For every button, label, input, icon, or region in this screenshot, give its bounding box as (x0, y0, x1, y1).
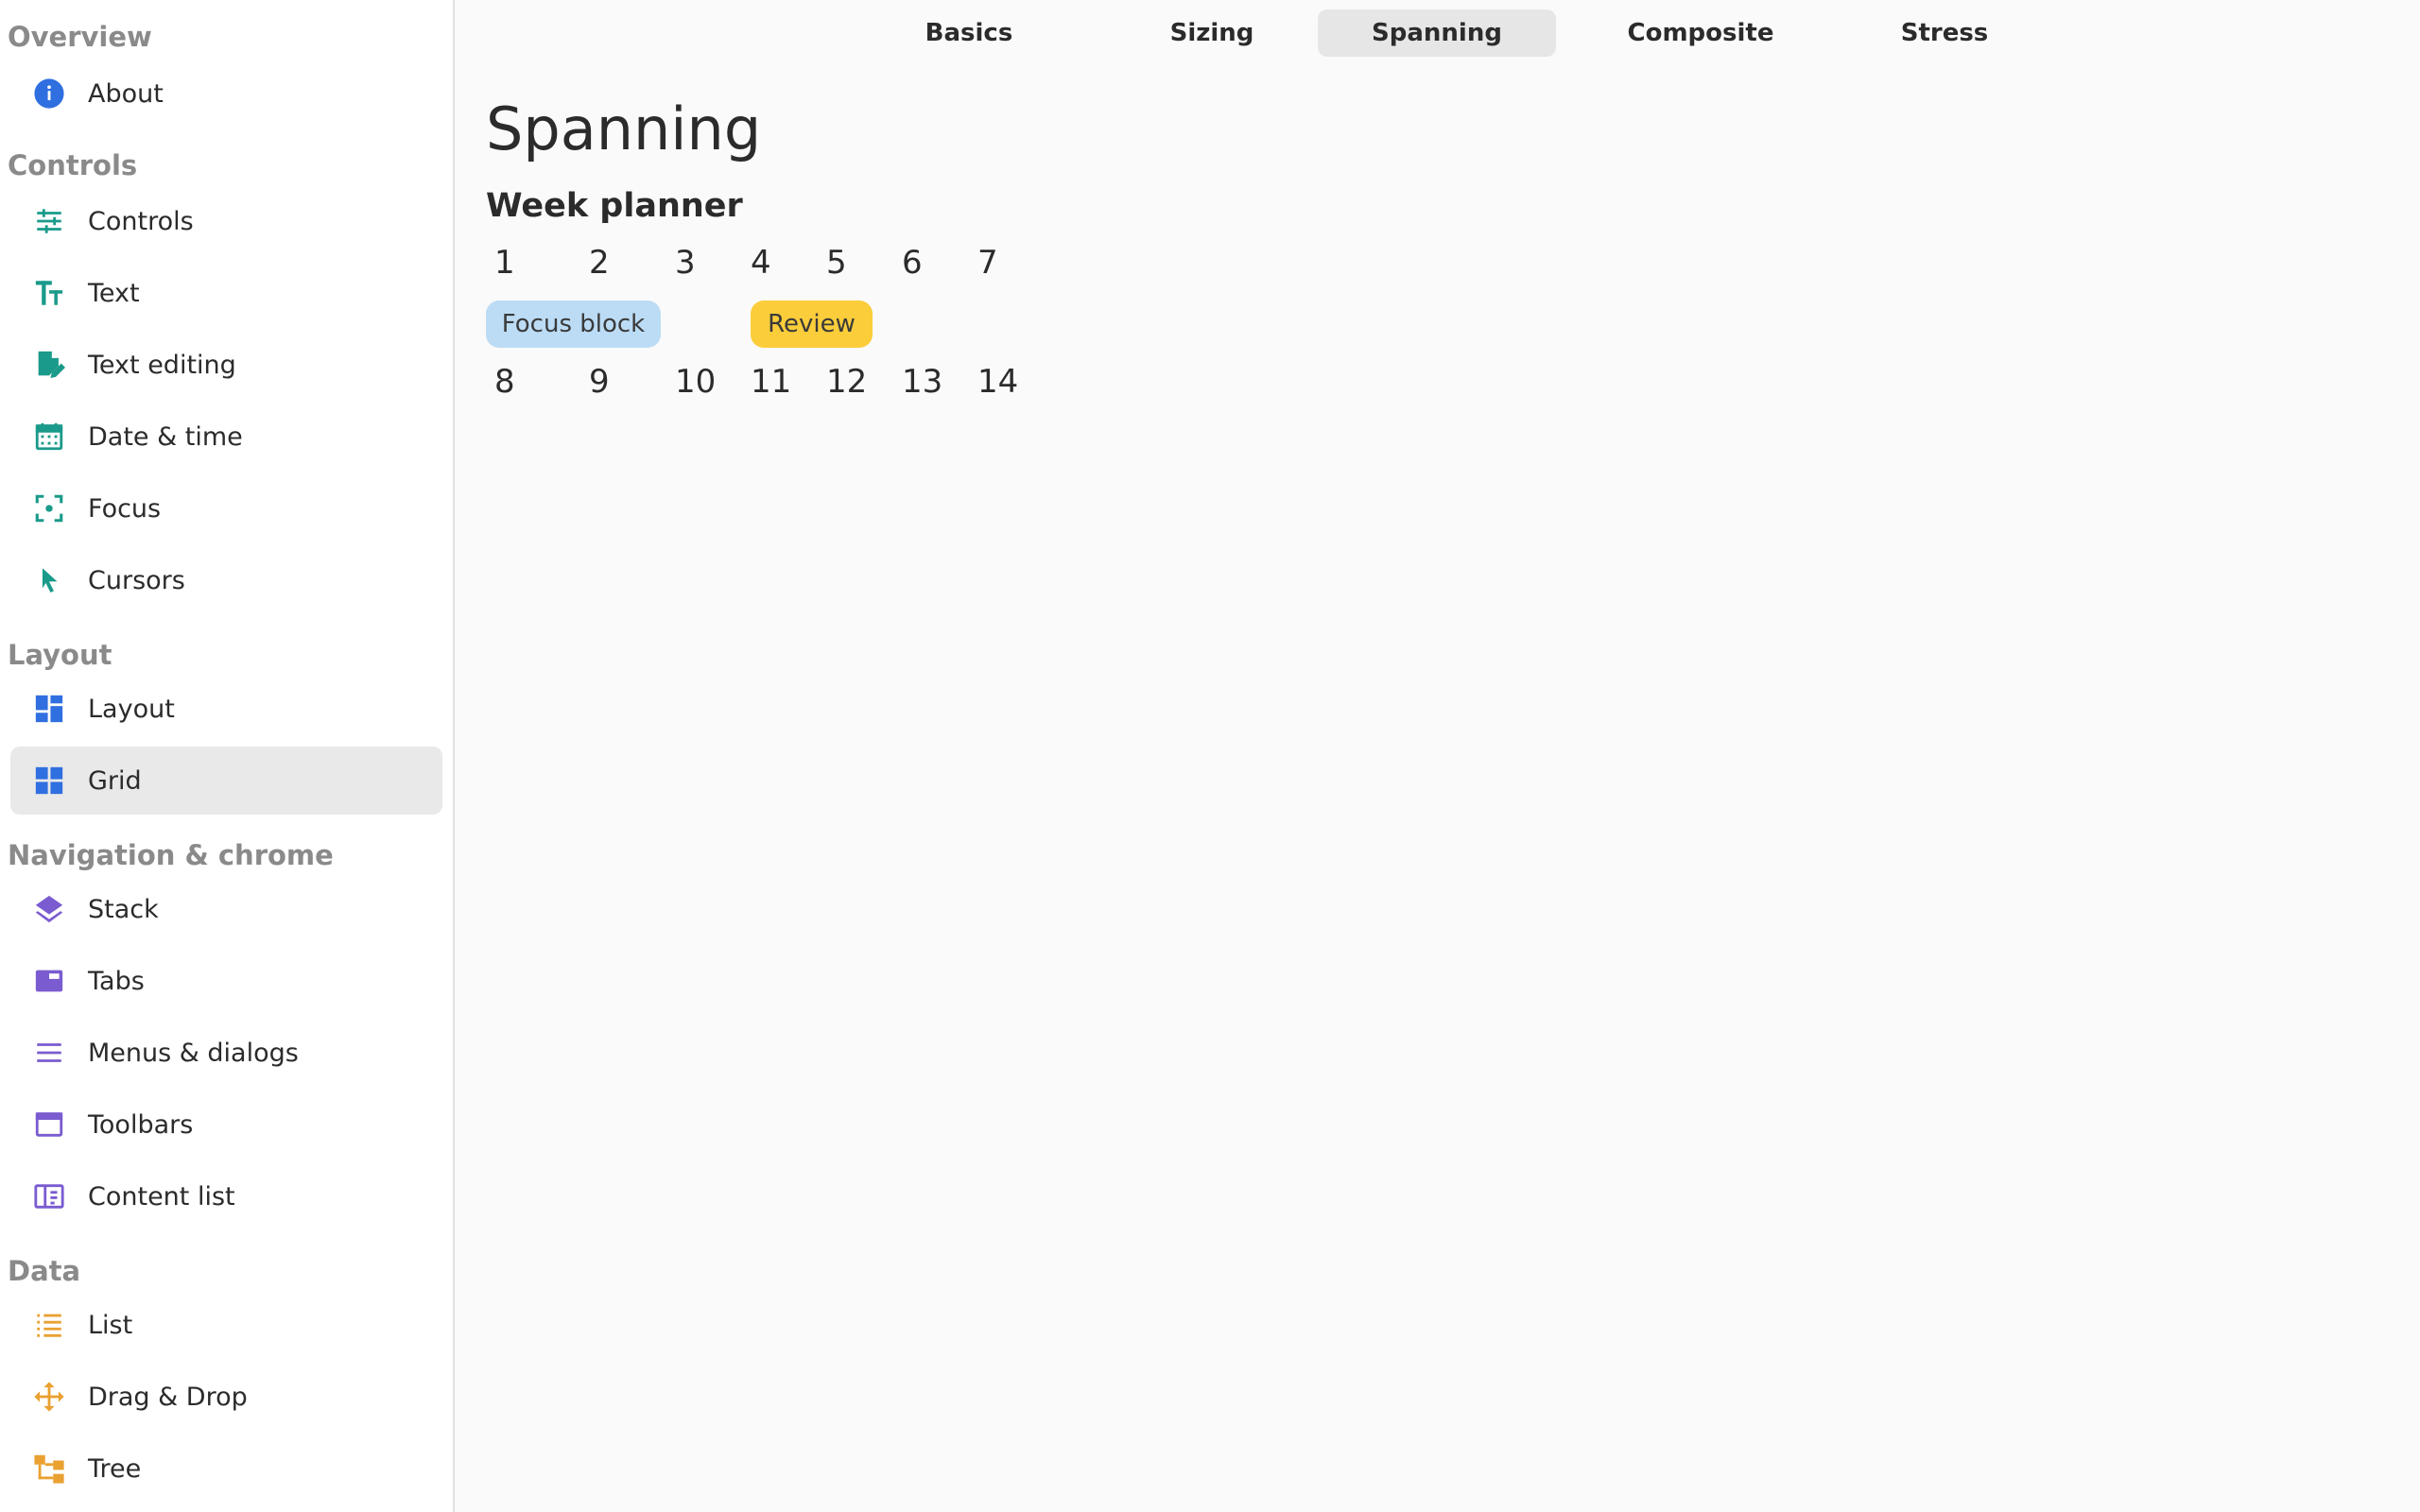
sidebar: Overview About Controls Controls Text Te… (0, 0, 455, 1512)
sidebar-item-label: Content list (88, 1181, 235, 1211)
sidebar-item-stack[interactable]: Stack (10, 875, 442, 943)
sidebar-item-label: Cursors (88, 565, 185, 595)
event-review[interactable]: Review (751, 301, 873, 348)
tab-sizing[interactable]: Sizing (1093, 9, 1331, 57)
sidebar-item-label: Grid (88, 765, 142, 796)
day-cell: 1 (494, 244, 515, 282)
book-icon (32, 1179, 66, 1213)
tab-icon (32, 964, 66, 998)
sidebar-item-label: About (88, 78, 164, 109)
day-cell: 12 (826, 363, 868, 401)
sidebar-item-label: Focus (88, 493, 162, 524)
grid-icon (32, 764, 66, 798)
day-cell: 3 (675, 244, 696, 282)
sidebar-item-label: List (88, 1310, 133, 1340)
sidebar-item-tabs[interactable]: Tabs (10, 947, 442, 1015)
day-cell: 2 (589, 244, 610, 282)
day-cell: 6 (902, 244, 923, 282)
section-heading-controls: Controls (8, 149, 138, 181)
sidebar-item-label: Controls (88, 206, 194, 236)
sidebar-item-label: Menus & dialogs (88, 1038, 299, 1068)
section-heading-overview: Overview (8, 21, 152, 53)
sidebar-item-grid[interactable]: Grid (10, 747, 442, 815)
sidebar-item-label: Text (88, 278, 140, 308)
sidebar-item-focus[interactable]: Focus (10, 474, 442, 542)
list-icon (32, 1308, 66, 1342)
sidebar-item-toolbars[interactable]: Toolbars (10, 1091, 442, 1159)
tree-icon (32, 1452, 66, 1486)
sidebar-item-tree[interactable]: Tree (10, 1435, 442, 1503)
app-window: Overview About Controls Controls Text Te… (0, 0, 2420, 1512)
move-icon (32, 1380, 66, 1414)
cursor-icon (32, 563, 66, 597)
calendar-icon (32, 420, 66, 454)
event-focus-block[interactable]: Focus block (486, 301, 661, 348)
day-cell: 10 (675, 363, 717, 401)
sidebar-item-cursors[interactable]: Cursors (10, 546, 442, 614)
section-heading-data: Data (8, 1255, 81, 1287)
sidebar-item-label: Stack (88, 894, 159, 924)
day-cell: 14 (977, 363, 1019, 401)
text-format-icon (32, 276, 66, 310)
day-cell: 9 (589, 363, 610, 401)
sidebar-item-menus-dialogs[interactable]: Menus & dialogs (10, 1019, 442, 1087)
day-cell: 5 (826, 244, 847, 282)
sidebar-item-content-list[interactable]: Content list (10, 1162, 442, 1230)
sidebar-item-label: Drag & Drop (88, 1382, 248, 1412)
sidebar-item-label: Date & time (88, 421, 243, 452)
sidebar-item-label: Tree (88, 1453, 142, 1484)
sidebar-item-label: Text editing (88, 350, 236, 380)
sidebar-item-label: Layout (88, 694, 175, 724)
sidebar-item-text[interactable]: Text (10, 259, 442, 327)
menu-icon (32, 1036, 66, 1070)
tab-composite[interactable]: Composite (1582, 9, 1820, 57)
info-icon (32, 77, 66, 111)
main-content: Basics Sizing Spanning Composite Stress … (455, 0, 2420, 1512)
day-cell: 4 (751, 244, 771, 282)
sidebar-item-about[interactable]: About (10, 60, 442, 128)
section-heading-layout: Layout (8, 639, 112, 671)
window-icon (32, 1108, 66, 1142)
focus-icon (32, 491, 66, 525)
page-title: Spanning (486, 94, 762, 163)
sidebar-item-label: Tabs (88, 966, 145, 996)
tab-spanning[interactable]: Spanning (1318, 9, 1556, 57)
sidebar-item-label: Toolbars (88, 1109, 194, 1140)
day-cell: 8 (494, 363, 515, 401)
sidebar-item-date-time[interactable]: Date & time (10, 403, 442, 471)
sidebar-item-text-editing[interactable]: Text editing (10, 331, 442, 399)
day-cell: 13 (902, 363, 943, 401)
day-cell: 11 (751, 363, 792, 401)
sidebar-item-controls[interactable]: Controls (10, 187, 442, 255)
sliders-icon (32, 204, 66, 238)
sidebar-item-drag-drop[interactable]: Drag & Drop (10, 1363, 442, 1431)
tab-basics[interactable]: Basics (850, 9, 1088, 57)
section-heading-navigation-chrome: Navigation & chrome (8, 839, 334, 871)
tab-bar: Basics Sizing Spanning Composite Stress (455, 9, 2420, 57)
layers-icon (32, 892, 66, 926)
day-cell: 7 (977, 244, 998, 282)
sidebar-item-layout[interactable]: Layout (10, 675, 442, 743)
dashboard-icon (32, 692, 66, 726)
sidebar-item-list[interactable]: List (10, 1291, 442, 1359)
tab-stress[interactable]: Stress (1825, 9, 2064, 57)
section-title: Week planner (486, 187, 743, 225)
edit-document-icon (32, 348, 66, 382)
